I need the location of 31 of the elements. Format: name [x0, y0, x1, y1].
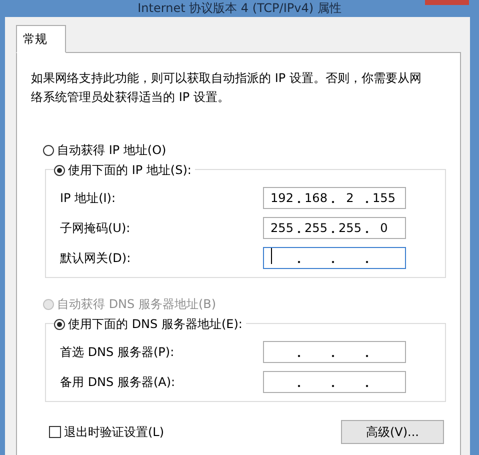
field-label: 子网掩码(U):	[60, 220, 132, 236]
ip-octet: 168	[304, 191, 328, 205]
radio-label: 自动获得 IP 地址(O)	[57, 142, 166, 159]
radio-label: 使用下面的 DNS 服务器地址(E):	[68, 316, 242, 333]
checkbox-label: 退出时验证设置(L)	[64, 424, 164, 440]
ip-octet: 155	[372, 191, 396, 205]
tab[interactable]: 常规	[16, 25, 66, 53]
radio-button[interactable]	[43, 145, 54, 156]
field-label: IP 地址(I):	[60, 190, 117, 206]
radio-button[interactable]	[54, 165, 65, 176]
ip-address-field[interactable]	[263, 371, 406, 393]
radio-button[interactable]	[54, 319, 65, 330]
ip-address-field[interactable]: 192 168 2 155	[263, 187, 406, 209]
radio-label: 使用下面的 IP 地址(S):	[68, 162, 192, 179]
ip-address-field[interactable]: 255 255 255 0	[263, 217, 406, 239]
ip-octet: 255	[338, 221, 362, 235]
radio-label: 自动获得 DNS 服务器地址(B)	[57, 296, 216, 313]
ip-octet: 2	[346, 191, 354, 205]
ip-address-field[interactable]	[263, 247, 406, 269]
window-title: Internet 协议版本 4 (TCP/IPv4) 属性	[138, 1, 342, 15]
ip-octet: 255	[270, 221, 294, 235]
ip-address-field[interactable]	[263, 341, 406, 363]
advanced-button[interactable]: 高级(V)...	[341, 420, 444, 444]
ip-octet: 0	[380, 221, 388, 235]
field-label: 备用 DNS 服务器(A):	[60, 374, 176, 390]
field-label: 默认网关(D):	[60, 250, 132, 266]
checkbox[interactable]	[49, 426, 61, 438]
ip-octet: 192	[270, 191, 294, 205]
field-label: 首选 DNS 服务器(P):	[60, 344, 176, 360]
ip-octet: 255	[304, 221, 328, 235]
description-text: 如果网络支持此功能，则可以获取自动指派的 IP 设置。否则，你需要从网络系统管理员处获得适当的 IP 设置。	[31, 70, 422, 106]
